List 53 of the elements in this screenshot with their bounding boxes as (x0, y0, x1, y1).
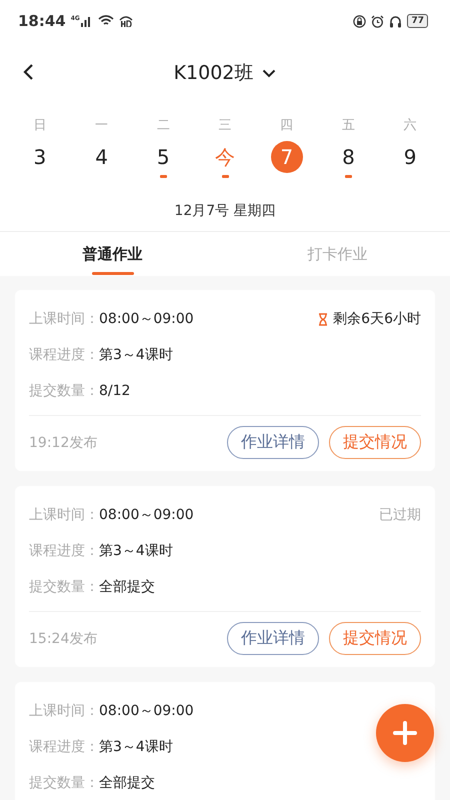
field-value: 08:00～09:00 (99, 310, 194, 328)
weekday-label: 一 (95, 117, 108, 135)
field-label: 课程进度： (29, 738, 99, 756)
back-button[interactable] (22, 62, 36, 82)
selected-date: 12月7号 星期四 (0, 178, 450, 232)
weekday-label: 二 (156, 117, 170, 135)
tab[interactable]: 普通作业 (0, 232, 225, 276)
field-label: 上课时间： (29, 506, 99, 524)
field-label: 上课时间： (29, 702, 99, 720)
publish-time: 19:12发布 (29, 434, 98, 452)
field-label: 课程进度： (29, 542, 99, 560)
class-selector[interactable]: K1002班 (174, 60, 276, 86)
field-label: 提交数量： (29, 774, 99, 792)
plus-icon (393, 721, 417, 745)
tab-indicator (92, 272, 134, 275)
field-value: 08:00～09:00 (99, 702, 194, 720)
weekday-label: 六 (404, 117, 417, 135)
date-item[interactable]: 9 (394, 141, 426, 173)
wifi-icon (98, 15, 114, 27)
alarm-icon (371, 14, 384, 28)
details-button[interactable]: 作业详情 (227, 622, 319, 655)
weekday-label: 四 (280, 117, 294, 135)
field-value: 08:00～09:00 (99, 506, 194, 524)
field-value: 第3～4课时 (99, 346, 173, 364)
hd-icon (118, 15, 133, 27)
expired-status: 已过期 (379, 506, 421, 524)
details-button[interactable]: 作业详情 (227, 426, 319, 459)
publish-time: 15:24发布 (29, 630, 98, 648)
status-time: 18:44 (18, 12, 66, 30)
hourglass-icon (318, 312, 328, 326)
date-item[interactable]: 8 (332, 141, 364, 173)
field-label: 课程进度： (29, 346, 99, 364)
field-value: 第3～4课时 (99, 738, 173, 756)
battery-icon: 77 (407, 14, 428, 28)
date-item[interactable]: 4 (86, 141, 118, 173)
chevron-down-icon (262, 68, 276, 78)
date-item[interactable]: 3 (24, 141, 56, 173)
time-remaining: 剩余6天6小时 (333, 310, 421, 328)
signal-bars-drawing (80, 16, 93, 26)
back-icon (22, 63, 34, 81)
field-value: 全部提交 (99, 578, 155, 596)
weekday-label: 三 (218, 117, 232, 135)
field-value: 8/12 (99, 383, 130, 399)
field-label: 提交数量： (29, 382, 99, 400)
lock-icon (353, 14, 366, 28)
weekday-label: 日 (33, 117, 46, 135)
date-item[interactable]: 5 (147, 141, 180, 173)
weekday-label: 五 (342, 117, 355, 135)
field-value: 全部提交 (99, 774, 155, 792)
field-label: 上课时间： (29, 310, 99, 328)
field-value: 第3～4课时 (99, 542, 173, 560)
headphones-icon (389, 14, 402, 28)
field-label: 提交数量： (29, 578, 99, 596)
